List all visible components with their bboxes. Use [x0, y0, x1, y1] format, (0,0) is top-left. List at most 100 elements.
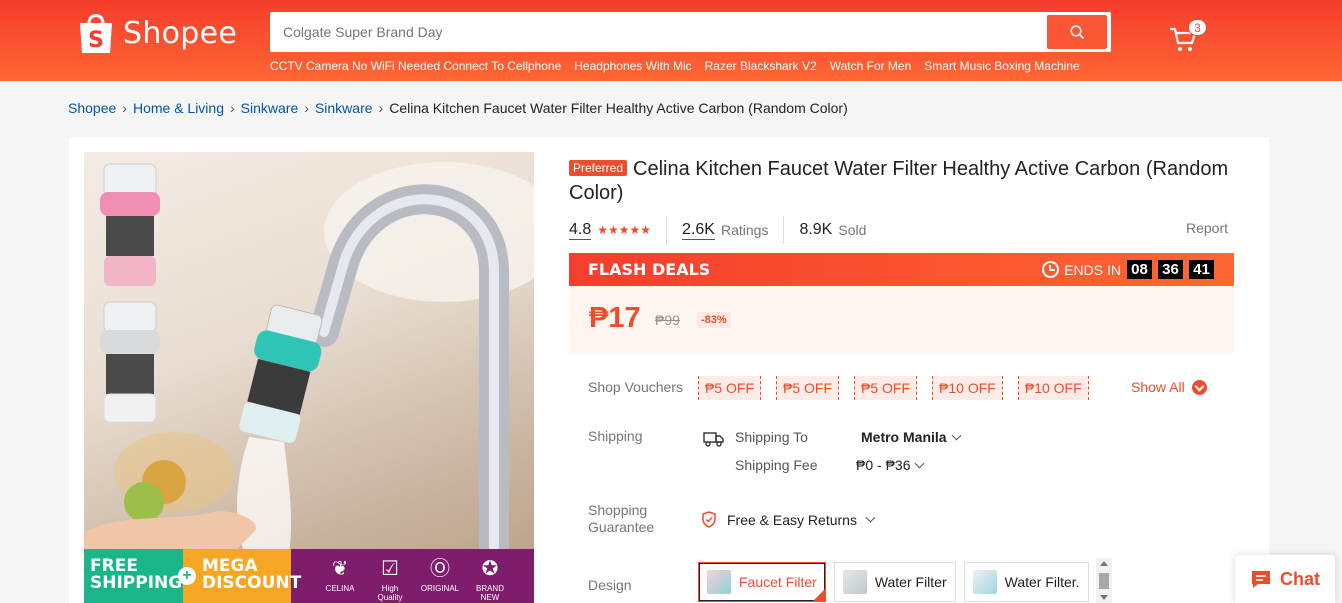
promo-badges: ❦ CELINA ☑ High Quality Ⓞ ORIGINAL ✪ BRAND N… — [320, 554, 510, 602]
current-price: ₱17 — [589, 302, 641, 334]
search-bar — [270, 12, 1111, 52]
ratings-count: 2.6K — [682, 220, 715, 240]
ends-in-label: ENDS IN — [1064, 261, 1121, 278]
design-option[interactable]: Water Filter — [833, 562, 956, 602]
chat-label: Chat — [1280, 568, 1320, 589]
shipping-to-select[interactable]: Metro Manila — [861, 429, 962, 445]
breadcrumb-link[interactable]: Sinkware — [241, 100, 299, 116]
shop-vouchers-label: Shop Vouchers — [588, 379, 683, 395]
shipping-to-value: Metro Manila — [861, 429, 947, 445]
sold-stat: 8.9K Sold — [783, 216, 881, 244]
rating-stat[interactable]: 4.8 ★★★★★ — [569, 216, 666, 244]
faucet-filter-photo — [84, 162, 534, 567]
logo-text: Shopee — [123, 15, 238, 51]
chevron-right-icon: › — [230, 100, 235, 116]
original-badge: Ⓞ ORIGINAL — [420, 558, 460, 593]
search-suggestions: CCTV Camera No WiFi Needed Connect To Ce… — [270, 59, 1080, 73]
cart-button[interactable]: 3 — [1168, 19, 1208, 56]
design-label: Design — [588, 577, 632, 593]
countdown: ENDS IN 08 36 41 — [1042, 260, 1214, 279]
suggestion-link[interactable]: CCTV Camera No WiFi Needed Connect To Ce… — [270, 59, 561, 73]
sold-count: 8.9K — [799, 221, 833, 238]
rating-value: 4.8 — [569, 220, 592, 240]
chat-icon — [1252, 571, 1270, 588]
voucher-chip[interactable]: ₱5 OFF — [854, 376, 918, 400]
chevron-down-icon — [951, 430, 962, 440]
breadcrumb-link[interactable]: Home & Living — [133, 100, 224, 116]
breadcrumb-link[interactable]: Sinkware — [315, 100, 373, 116]
discount-badge: -83% — [697, 312, 731, 328]
selected-check-icon — [811, 588, 826, 602]
suggestion-link[interactable]: Razer Blackshark V2 — [705, 59, 817, 73]
search-icon — [1069, 24, 1084, 39]
countdown-seconds: 41 — [1189, 260, 1214, 279]
ratings-count-stat[interactable]: 2.6K Ratings — [666, 216, 783, 244]
shipping-to-label: Shipping To — [735, 429, 808, 445]
design-option[interactable]: Water Filter. — [963, 562, 1089, 602]
sold-label: Sold — [838, 222, 867, 238]
shopping-guarantee-label: Shopping Guarantee — [588, 502, 655, 535]
shopee-logo[interactable]: S Shopee — [77, 11, 237, 55]
price-box: ₱17 ₱99 -83% — [569, 286, 1234, 353]
scroll-up-icon[interactable] — [1100, 561, 1108, 566]
search-input[interactable] — [270, 12, 1040, 52]
shield-check-icon — [702, 511, 716, 528]
scroll-thumb[interactable] — [1099, 573, 1109, 589]
report-link[interactable]: Report — [1186, 220, 1228, 236]
suggestion-link[interactable]: Smart Music Boxing Machine — [924, 59, 1079, 73]
suggestion-link[interactable]: Watch For Men — [830, 59, 912, 73]
design-thumbnail — [972, 570, 997, 594]
product-title-text: Celina Kitchen Faucet Water Filter Healt… — [569, 158, 1229, 204]
show-all-label: Show All — [1131, 379, 1185, 395]
design-option[interactable]: Faucet Filter — [698, 562, 826, 602]
breadcrumb-link[interactable]: Shopee — [68, 100, 116, 116]
truck-icon — [703, 432, 724, 447]
chevron-right-icon: › — [122, 100, 127, 116]
voucher-list: ₱5 OFF ₱5 OFF ₱5 OFF ₱10 OFF ₱10 OFF — [698, 376, 1089, 400]
countdown-minutes: 36 — [1158, 260, 1183, 279]
design-option-label: Water Filter — [874, 574, 947, 590]
preferred-badge: Preferred — [569, 160, 628, 176]
design-option-label: Faucet Filter — [739, 574, 817, 590]
show-all-vouchers-button[interactable]: Show All — [1131, 379, 1207, 395]
voucher-chip[interactable]: ₱5 OFF — [698, 376, 762, 400]
voucher-chip[interactable]: ₱5 OFF — [776, 376, 840, 400]
shopping-bag-icon: S — [77, 11, 115, 55]
promo-banner: FREE SHIPPING + MEGA DISCOUNT ❦ CELINA ☑ H… — [84, 549, 534, 603]
ratings-label: Ratings — [720, 222, 769, 238]
breadcrumb-current: Celina Kitchen Faucet Water Filter Healt… — [389, 100, 848, 116]
brand-new-badge: ✪ BRAND NEW — [475, 558, 504, 602]
guarantee-value: Free & Easy Returns — [727, 511, 857, 528]
star-rating-icon: ★★★★★ — [597, 223, 652, 237]
countdown-hours: 08 — [1127, 260, 1152, 279]
clock-icon — [1042, 261, 1060, 278]
scroll-down-icon[interactable] — [1100, 595, 1108, 600]
brand-badge: ❦ CELINA — [325, 558, 355, 593]
quality-badge: ☑ High Quality — [377, 558, 403, 602]
chat-button[interactable]: Chat — [1235, 555, 1335, 603]
search-button[interactable] — [1047, 15, 1107, 49]
flash-deals-bar: FLASH DEALS ENDS IN 08 36 41 — [569, 253, 1234, 286]
design-thumbnail — [707, 570, 731, 594]
shipping-fee-value: ₱0 - ₱36 — [856, 457, 911, 473]
chevron-down-icon — [865, 512, 876, 523]
cart-count-badge: 3 — [1188, 19, 1207, 36]
design-scrollbar[interactable] — [1096, 558, 1112, 603]
promo-mega-discount: MEGA DISCOUNT — [202, 556, 302, 593]
suggestion-link[interactable]: Headphones With Mic — [574, 59, 691, 73]
design-option-label: Water Filter. — [1004, 574, 1080, 590]
chevron-right-icon: › — [378, 100, 384, 116]
shipping-label: Shipping — [588, 428, 643, 444]
promo-free-shipping: FREE SHIPPING — [90, 556, 183, 593]
guarantee-dropdown[interactable]: Free & Easy Returns — [701, 511, 876, 528]
original-price: ₱99 — [655, 312, 680, 328]
chevron-down-icon — [915, 458, 925, 468]
product-image[interactable]: FREE SHIPPING + MEGA DISCOUNT ❦ CELINA ☑ H… — [84, 152, 534, 603]
design-options: Faucet Filter Water Filter Water Filter. — [698, 562, 1089, 602]
flash-deals-title: FLASH DEALS — [588, 260, 711, 279]
shipping-fee-select[interactable]: ₱0 - ₱36 — [856, 457, 925, 473]
design-thumbnail — [842, 570, 867, 594]
chevron-down-icon — [1191, 379, 1207, 395]
voucher-chip[interactable]: ₱10 OFF — [1017, 376, 1089, 400]
voucher-chip[interactable]: ₱10 OFF — [932, 376, 1003, 400]
